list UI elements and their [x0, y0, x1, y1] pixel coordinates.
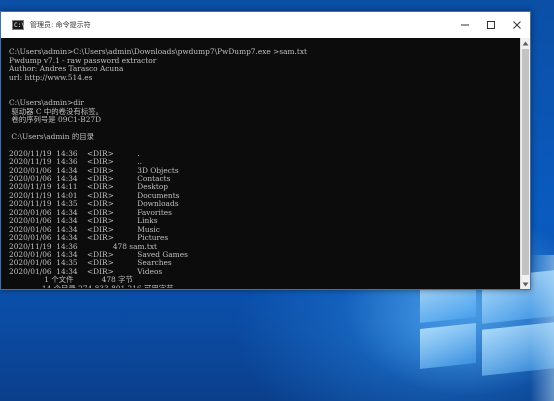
scroll-down-button[interactable]	[521, 279, 530, 289]
scroll-up-button[interactable]	[521, 38, 530, 48]
console-line: 14 个目录 274,833,801,216 可用字节	[9, 284, 519, 288]
close-icon	[513, 21, 521, 29]
console-line: 卷的序列号是 09C1-B27D	[9, 114, 102, 124]
command-prompt-window[interactable]: C:\ 管理员: 命令提示符 C:\Users\admin>C:\Users\a	[0, 11, 531, 290]
scrollbar-thumb[interactable]	[522, 49, 529, 275]
close-button[interactable]	[504, 12, 530, 38]
minimize-icon	[461, 24, 469, 26]
minimize-button[interactable]	[452, 12, 478, 38]
wallpaper-light-beam	[530, 255, 554, 401]
maximize-button[interactable]	[478, 12, 504, 38]
console-output[interactable]: C:\Users\admin>C:\Users\admin\Downloads\…	[9, 40, 519, 288]
window-title: 管理员: 命令提示符	[30, 21, 91, 29]
maximize-icon	[487, 21, 495, 29]
chevron-down-icon	[522, 282, 529, 286]
console-line: url: http://www.514.es	[9, 72, 93, 82]
vertical-scrollbar[interactable]	[520, 38, 530, 289]
window-controls	[452, 12, 530, 38]
title-bar[interactable]: C:\ 管理员: 命令提示符	[1, 12, 530, 38]
console-line: C:\Users\admin 的目录	[9, 131, 94, 141]
chevron-up-icon	[522, 41, 529, 45]
cmd-app-icon[interactable]: C:\	[12, 20, 25, 30]
